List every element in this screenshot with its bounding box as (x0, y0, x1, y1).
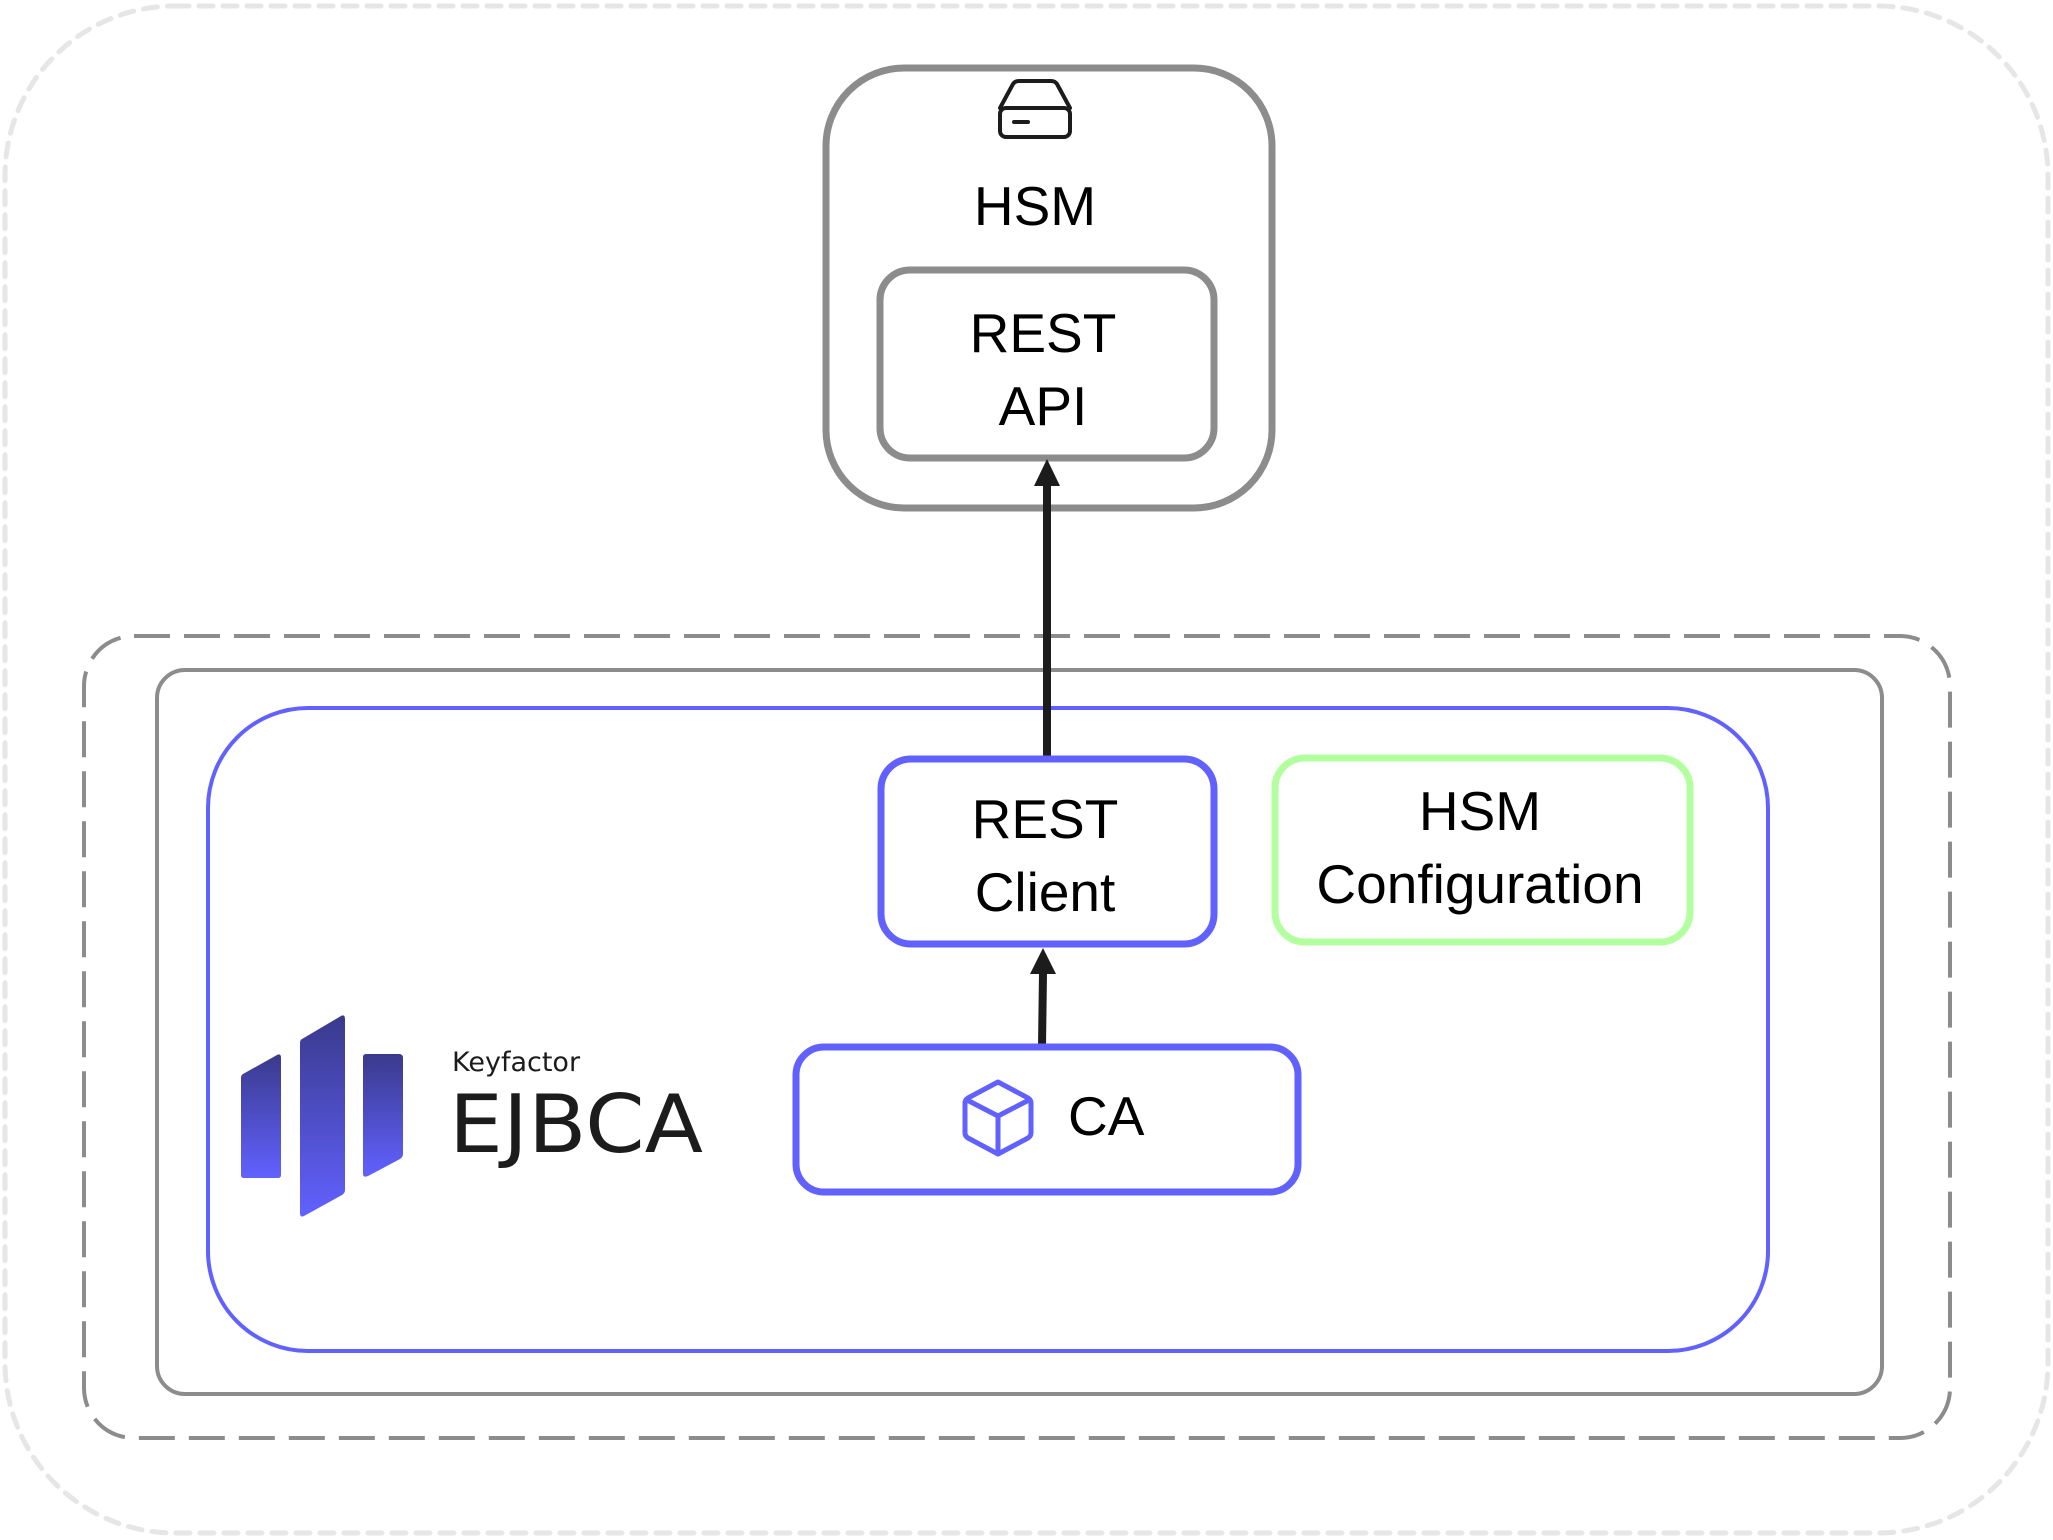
hsm-configuration-label-line1: HSM (1419, 780, 1541, 842)
arrowhead (1030, 948, 1056, 974)
brand-product: EJBCA (449, 1078, 703, 1171)
rest-client-node[interactable]: REST Client (877, 755, 1218, 948)
hsm-configuration-label-line2: Configuration (1316, 853, 1643, 915)
ca-node[interactable]: CA (792, 1043, 1302, 1196)
arrow-shaft (1038, 969, 1047, 1050)
hsm-node[interactable]: HSM REST API (822, 64, 1276, 512)
logo-bar-left (241, 1054, 281, 1178)
keyfactor-ejbca-brand: Keyfactor EJBCA (241, 1015, 703, 1217)
ca-label: CA (1068, 1085, 1145, 1147)
hsm-title: HSM (974, 175, 1096, 237)
logo-bar-right (363, 1054, 403, 1177)
brand-company: Keyfactor (452, 1047, 581, 1078)
rest-client-label-line1: REST (972, 788, 1119, 850)
arrow-ca-to-rest-client (1030, 948, 1056, 1050)
rest-api-label-line2: API (999, 375, 1088, 437)
keyfactor-bars-logo (241, 1015, 403, 1217)
rest-client-label-line2: Client (975, 861, 1116, 923)
rest-api-node[interactable]: REST API (876, 266, 1218, 462)
hsm-configuration-node[interactable]: HSM Configuration (1271, 754, 1694, 946)
logo-bar-center (300, 1015, 345, 1217)
ca-box[interactable] (792, 1043, 1302, 1196)
rest-api-label-line1: REST (970, 302, 1117, 364)
architecture-diagram: HSM REST API REST Client HSM Configurati… (2, 3, 2051, 1536)
